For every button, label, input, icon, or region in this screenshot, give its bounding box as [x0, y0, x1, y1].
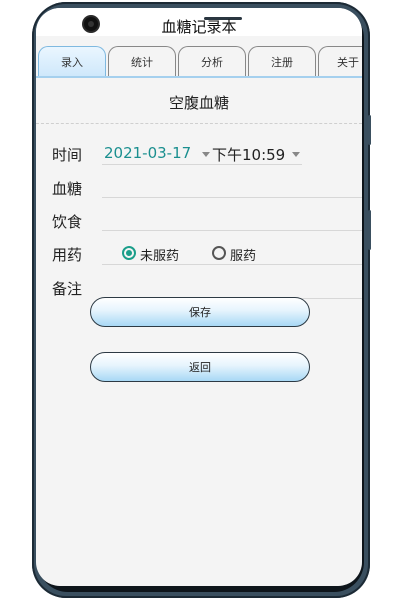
glucose-input[interactable] — [102, 174, 362, 196]
time-dropdown-icon[interactable] — [292, 152, 300, 157]
tab-about[interactable]: 关于 — [318, 46, 362, 76]
divider — [36, 123, 362, 124]
title-bar: 血糖记录本 — [36, 8, 362, 36]
app-screen: 血糖记录本 录入 统计 分析 注册 关于 空腹血糖 时间 2021-03-17 … — [36, 8, 362, 586]
radio-medication-label[interactable]: 服药 — [230, 245, 256, 264]
diet-input[interactable] — [102, 207, 362, 229]
radio-no-medication-label[interactable]: 未服药 — [140, 245, 179, 264]
radio-no-medication[interactable] — [122, 246, 136, 260]
diet-label: 饮食 — [52, 213, 83, 231]
glucose-underline — [102, 197, 362, 198]
glucose-label: 血糖 — [52, 180, 83, 198]
time-picker[interactable]: 下午10:59 — [212, 144, 285, 165]
tab-register[interactable]: 注册 — [248, 46, 316, 76]
tab-underline — [36, 76, 362, 78]
power-button — [368, 210, 371, 250]
tab-entry[interactable]: 录入 — [38, 46, 106, 76]
section-title: 空腹血糖 — [168, 94, 229, 112]
diet-underline — [102, 230, 362, 231]
medication-label: 用药 — [52, 246, 83, 264]
date-picker[interactable]: 2021-03-17 — [104, 144, 191, 162]
date-dropdown-icon[interactable] — [202, 152, 210, 157]
notes-label: 备注 — [52, 280, 83, 298]
volume-button — [368, 115, 371, 145]
time-underline — [102, 164, 302, 165]
time-label: 时间 — [52, 146, 83, 164]
notes-input[interactable] — [102, 274, 362, 296]
tab-statistics[interactable]: 统计 — [108, 46, 176, 76]
radio-medication[interactable] — [212, 246, 226, 260]
medication-underline — [102, 264, 362, 265]
back-button[interactable]: 返回 — [90, 352, 310, 382]
tab-bar: 录入 统计 分析 注册 关于 — [36, 46, 362, 78]
tab-analysis[interactable]: 分析 — [178, 46, 246, 76]
app-title: 血糖记录本 — [161, 18, 237, 36]
save-button[interactable]: 保存 — [90, 297, 310, 327]
